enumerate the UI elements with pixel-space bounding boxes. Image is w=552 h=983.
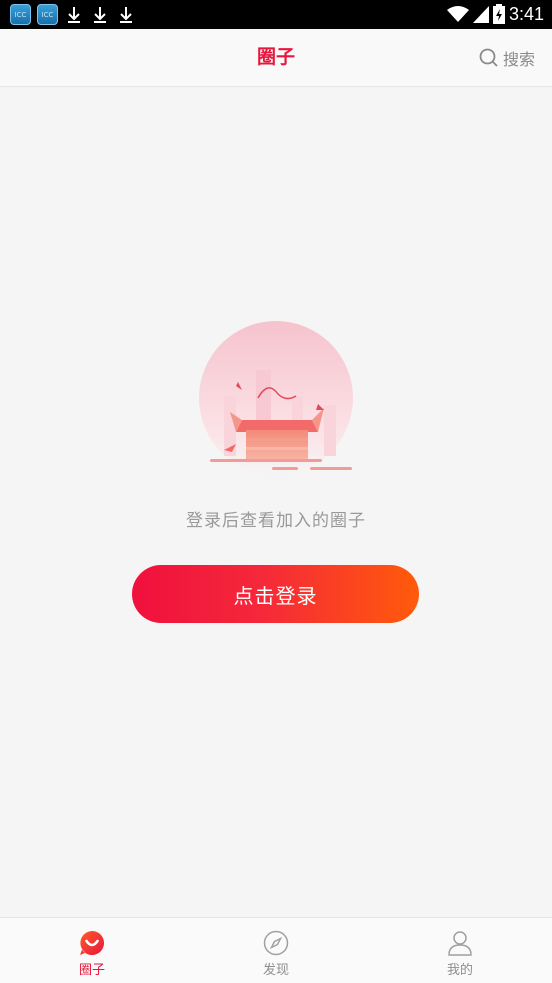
download-icon — [90, 4, 110, 25]
empty-box-illustration — [199, 321, 353, 475]
circle-chat-icon — [80, 931, 105, 955]
bottom-nav: 圈子 发现 我的 — [0, 917, 552, 983]
nav-item-mine[interactable]: 我的 — [368, 918, 552, 983]
download-icon — [116, 4, 136, 25]
search-label: 搜索 — [502, 50, 535, 69]
compass-icon — [263, 930, 289, 956]
page-title: 圈子 — [256, 46, 295, 68]
nav-item-circle[interactable]: 圈子 — [0, 918, 184, 983]
battery-icon — [492, 4, 505, 24]
search-icon — [479, 48, 498, 67]
download-icon — [64, 4, 84, 25]
app-icon: ICC — [37, 4, 58, 25]
app-icon-text: ICC — [41, 10, 54, 19]
app-icon-text: ICC — [14, 10, 27, 19]
wifi-icon — [446, 6, 469, 22]
nav-label: 发现 — [262, 963, 289, 978]
clock: 3:41 — [508, 4, 544, 24]
status-bar: ICC ICC 3:41 — [0, 0, 552, 29]
app-icon: ICC — [10, 4, 31, 25]
nav-item-discover[interactable]: 发现 — [184, 918, 368, 983]
system-icons: 3:41 — [446, 3, 544, 25]
signal-icon — [472, 6, 489, 23]
notification-icons: ICC ICC — [10, 4, 136, 25]
nav-label: 圈子 — [78, 963, 105, 978]
search-button[interactable]: 搜索 — [479, 46, 535, 70]
login-button[interactable]: 点击登录 — [132, 565, 419, 623]
nav-label: 我的 — [446, 963, 473, 978]
empty-message: 登录后查看加入的圈子 — [186, 511, 366, 531]
top-bar: 圈子 搜索 — [0, 29, 552, 87]
user-icon — [448, 931, 472, 956]
